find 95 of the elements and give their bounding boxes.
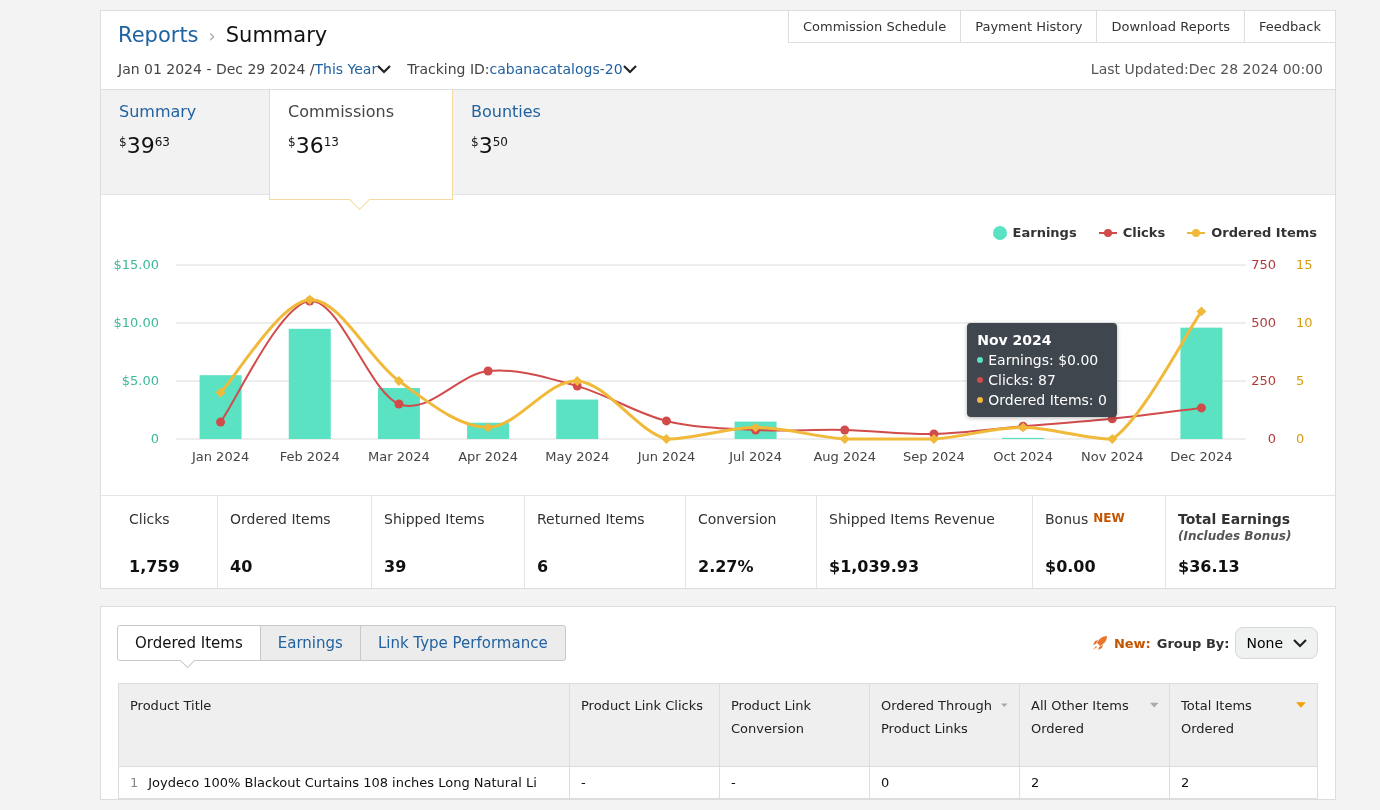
earnings-bar[interactable]	[377, 387, 420, 439]
earnings-bar[interactable]	[1180, 327, 1223, 439]
column-header[interactable]: Total Items Ordered	[1169, 684, 1317, 766]
stat-label: Total Earnings	[1178, 511, 1292, 529]
rocket-icon	[1091, 635, 1108, 651]
top-link[interactable]: Download Reports	[1096, 11, 1245, 43]
legend-item[interactable]: Earnings	[992, 225, 1077, 240]
series-dot-icon	[977, 357, 984, 363]
axis-tick-label: Apr 2024	[458, 449, 518, 464]
page-title: Summary	[225, 23, 328, 47]
stat-label: Shipped Items	[384, 511, 486, 529]
stat-value: 1,759	[129, 557, 181, 576]
axis-tick-label: Jan 2024	[191, 449, 250, 464]
table-cell: -	[569, 766, 719, 798]
stat-label: Conversion	[698, 511, 778, 529]
axis-tick-label: Sep 2024	[903, 449, 965, 464]
stat-value: 40	[230, 557, 254, 576]
chevron-down-icon	[622, 64, 637, 74]
stat-value: 39	[384, 557, 408, 576]
axis-tick-label: 0	[1296, 431, 1305, 446]
axis-tick-label: 5	[1296, 373, 1305, 388]
stat-value: $36.13	[1178, 557, 1241, 576]
axis-tick-label: Mar 2024	[368, 449, 430, 464]
stat-label: Returned Items	[537, 511, 646, 529]
chevron-down-icon	[1293, 638, 1307, 648]
series-dot-icon	[977, 377, 984, 383]
top-link[interactable]: Commission Schedule	[787, 11, 961, 43]
stat-label: Clicks	[129, 511, 171, 529]
tooltip-line: Earnings: $0.00	[977, 352, 1107, 368]
data-point[interactable]	[928, 434, 939, 444]
axis-tick-label: 0	[1267, 431, 1276, 446]
tooltip-line: Ordered Items: 0	[977, 392, 1107, 408]
axis-tick-label: 10	[1296, 315, 1313, 330]
table-cell: 2	[1169, 766, 1317, 798]
stat-value: 6	[537, 557, 550, 576]
stat-label: Bonus NEW	[1045, 511, 1126, 529]
series-dot-icon	[977, 397, 984, 403]
axis-tick-label: Jun 2024	[637, 449, 696, 464]
axis-tick-label: 0	[150, 431, 159, 446]
stat-value: $1,039.93	[829, 557, 921, 576]
stat-value: 2.27%	[698, 557, 755, 576]
stat-label: Ordered Items	[230, 511, 332, 529]
chevron-down-icon	[377, 64, 392, 74]
stat-label: Shipped Items Revenue	[829, 511, 996, 529]
axis-tick-label: $5.00	[121, 373, 159, 388]
row-number: 1	[130, 775, 139, 790]
axis-tick-label: 500	[1251, 315, 1276, 330]
table-cell: -	[719, 766, 869, 798]
tooltip-title: Nov 2024	[977, 332, 1053, 348]
breadcrumb-link[interactable]: Reports	[118, 23, 199, 47]
new-label: New:	[1113, 635, 1151, 651]
data-point[interactable]	[661, 416, 671, 426]
axis-tick-label: 15	[1296, 257, 1313, 272]
axis-tick-label: 250	[1251, 373, 1276, 388]
column-header[interactable]: Product Title	[119, 684, 569, 766]
last-updated-text: Last Updated:Dec 28 2024 00:00	[1090, 61, 1324, 77]
data-point[interactable]	[572, 376, 583, 386]
table-cell: 2	[1019, 766, 1169, 798]
axis-tick-label: Dec 2024	[1170, 449, 1233, 464]
axis-tick-label: 750	[1251, 257, 1276, 272]
axis-tick-label: Jul 2024	[729, 449, 783, 464]
column-header[interactable]: Ordered Through Product Links	[869, 684, 1019, 766]
sort-caret-icon[interactable]	[1296, 702, 1306, 709]
axis-tick-label: $15.00	[113, 257, 159, 272]
top-link[interactable]: Feedback	[1244, 11, 1335, 43]
stat-value: $0.00	[1045, 557, 1097, 576]
legend-item[interactable]: Clicks	[1098, 225, 1166, 240]
column-header[interactable]: Product Link Clicks	[569, 684, 719, 766]
axis-tick-label: Oct 2024	[993, 449, 1053, 464]
group-by-label: Group By:	[1156, 635, 1230, 651]
sort-caret-icon[interactable]	[1149, 702, 1158, 709]
report-tab[interactable]: Earnings	[259, 625, 361, 661]
product-title[interactable]: Joydeco 100% Blackout Curtains 108 inches Long Natural Li	[148, 775, 537, 790]
column-header[interactable]: Product Link Conversion	[719, 684, 869, 766]
group-by-select[interactable]: None	[1235, 627, 1318, 659]
data-point[interactable]	[840, 425, 850, 435]
axis-tick-label: May 2024	[545, 449, 610, 464]
stat-note: (Includes Bonus)	[1178, 529, 1293, 545]
breadcrumb-separator: ›	[208, 24, 216, 46]
data-point[interactable]	[483, 366, 493, 376]
axis-tick-label: Feb 2024	[279, 449, 340, 464]
data-point[interactable]	[1018, 422, 1029, 433]
tooltip-line: Clicks: 87	[977, 372, 1107, 388]
report-tab[interactable]: Link Type Performance	[359, 625, 566, 661]
data-point[interactable]	[304, 294, 315, 305]
tracking-id-dropdown[interactable]: Tracking ID:cabanacatalogs-20	[407, 61, 637, 77]
table-cell: 0	[869, 766, 1019, 798]
top-link[interactable]: Payment History	[960, 11, 1097, 43]
axis-tick-label: $10.00	[113, 315, 159, 330]
axis-tick-label: Aug 2024	[813, 449, 877, 464]
sort-caret-icon[interactable]	[1001, 702, 1008, 709]
axis-tick-label: Nov 2024	[1080, 449, 1144, 464]
legend-item[interactable]: Ordered Items	[1187, 225, 1317, 240]
date-range-dropdown[interactable]: Jan 01 2024 - Dec 29 2024 /This Year	[118, 61, 392, 77]
column-header[interactable]: All Other Items Ordered	[1019, 684, 1169, 766]
